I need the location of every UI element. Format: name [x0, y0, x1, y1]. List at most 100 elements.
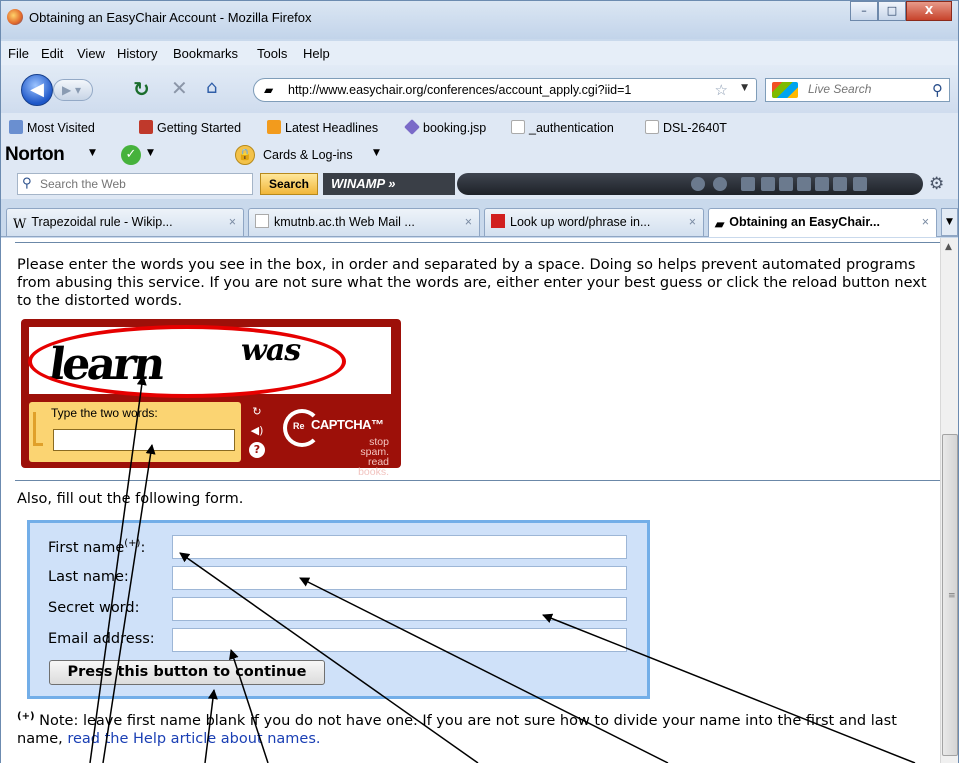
page-content: Please enter the words you see in the bo…: [1, 238, 940, 763]
player-playlist-icon[interactable]: [741, 177, 755, 191]
norton-logo[interactable]: Norton: [5, 144, 65, 166]
norton-status-chevron-icon[interactable]: ▼: [147, 148, 154, 158]
player-search-icon[interactable]: [713, 177, 727, 191]
search-box[interactable]: ⚲: [765, 78, 950, 102]
close-tab-icon[interactable]: ×: [689, 209, 696, 235]
bookmark-label: Getting Started: [157, 121, 242, 135]
minimize-button[interactable]: –: [850, 1, 878, 21]
media-player-bar: [457, 173, 923, 195]
menu-edit[interactable]: Edit: [41, 46, 63, 61]
captcha-input[interactable]: [53, 429, 235, 451]
web-search-toolbar: ⚲ Search WINAMP » ⚙: [1, 169, 958, 199]
page-icon: [511, 120, 525, 134]
first-name-label-colon: :: [140, 540, 146, 556]
scrollbar-grip-icon: ≡: [948, 591, 956, 601]
gear-icon[interactable]: ⚙: [929, 174, 944, 194]
info-icon[interactable]: [691, 177, 705, 191]
bookmark-latest-headlines[interactable]: Latest Headlines: [267, 120, 378, 135]
tab-list-button[interactable]: ▼: [941, 208, 958, 236]
vertical-scrollbar[interactable]: ▲ ≡: [940, 238, 958, 763]
tab-strip: W Trapezoidal rule - Wikip... × kmutnb.ac.…: [1, 199, 958, 237]
captcha-input-panel: Type the two words:: [29, 402, 241, 462]
continue-button[interactable]: Press this button to continue: [49, 660, 325, 685]
url-text[interactable]: http://www.easychair.org/conferences/acc…: [288, 83, 698, 97]
captcha-instructions: Please enter the words you see in the bo…: [17, 257, 927, 309]
footnote-marker: (+): [17, 711, 35, 722]
cards-chevron-icon[interactable]: ▼: [373, 148, 380, 158]
bookmark-most-visited[interactable]: Most Visited: [9, 120, 95, 135]
input-arrow-icon: [33, 412, 43, 446]
cards-lock-icon[interactable]: 🔒: [235, 145, 255, 165]
player-prev-icon[interactable]: [761, 177, 775, 191]
menu-help[interactable]: Help: [303, 46, 330, 61]
scrollbar-thumb[interactable]: ≡: [942, 434, 958, 756]
middle-divider: [15, 480, 940, 481]
search-input[interactable]: [808, 82, 920, 96]
menu-bookmarks[interactable]: Bookmarks: [173, 46, 238, 61]
menu-tools[interactable]: Tools: [257, 46, 287, 61]
url-bar[interactable]: ▰ http://www.easychair.org/conferences/a…: [253, 78, 757, 102]
bookmark-authentication[interactable]: _authentication: [511, 120, 614, 135]
tab-easychair[interactable]: ▰ Obtaining an EasyChair... ×: [708, 208, 937, 237]
title-bar: Obtaining an EasyChair Account - Mozilla…: [1, 1, 958, 39]
player-next-icon[interactable]: [815, 177, 829, 191]
last-name-field[interactable]: [172, 566, 627, 590]
player-volume-icon[interactable]: [853, 177, 867, 191]
cards-logins-button[interactable]: Cards & Log-ins: [263, 148, 353, 162]
norton-status-check-icon[interactable]: ✓: [121, 145, 141, 165]
search-engine-icon[interactable]: [772, 82, 798, 98]
bookmark-dsl[interactable]: DSL-2640T: [645, 120, 727, 135]
secret-word-field[interactable]: [172, 597, 627, 621]
menu-bar: File Edit View History Bookmarks Tools H…: [1, 41, 958, 65]
tab-trapezoidal[interactable]: W Trapezoidal rule - Wikip... ×: [6, 208, 244, 236]
browser-window: Obtaining an EasyChair Account - Mozilla…: [0, 0, 959, 763]
bookmark-label: DSL-2640T: [663, 121, 727, 135]
bookmark-label: _authentication: [529, 121, 614, 135]
menu-file[interactable]: File: [8, 46, 29, 61]
tab-label: Trapezoidal rule - Wikip...: [31, 215, 173, 229]
maximize-button[interactable]: □: [878, 1, 906, 21]
player-pause-icon[interactable]: [797, 177, 811, 191]
bookmark-booking[interactable]: booking.jsp: [404, 119, 486, 135]
forward-button[interactable]: ▶ ▾: [53, 79, 93, 101]
tab-lookup[interactable]: Look up word/phrase in... ×: [484, 208, 704, 236]
winamp-button[interactable]: WINAMP »: [323, 173, 455, 195]
audio-captcha-icon[interactable]: ◀): [249, 423, 265, 439]
tab-webmail[interactable]: kmutnb.ac.th Web Mail ... ×: [248, 208, 480, 236]
bookmark-star-icon[interactable]: ☆: [715, 81, 728, 99]
stop-icon[interactable]: ✕: [171, 76, 188, 100]
web-search-box[interactable]: ⚲: [17, 173, 253, 195]
first-name-field[interactable]: [172, 535, 627, 559]
close-tab-icon[interactable]: ×: [465, 209, 472, 235]
reload-captcha-icon[interactable]: ↻: [249, 404, 265, 420]
help-names-link[interactable]: read the Help article about names.: [67, 731, 320, 747]
norton-menu-chevron-icon[interactable]: ▼: [89, 148, 96, 158]
search-icon[interactable]: ⚲: [932, 81, 943, 99]
last-name-label: Last name:: [48, 569, 129, 585]
menu-view[interactable]: View: [77, 46, 105, 61]
bookmark-getting-started[interactable]: Getting Started: [139, 120, 241, 135]
home-icon[interactable]: ⌂: [206, 77, 217, 98]
back-button[interactable]: ◀: [21, 74, 53, 106]
account-form: First name(+): Last name: Secret word: E…: [27, 520, 650, 699]
close-button[interactable]: X: [906, 1, 952, 21]
web-search-input[interactable]: [40, 177, 240, 191]
tab-label: kmutnb.ac.th Web Mail ...: [274, 215, 415, 229]
recaptcha-name: CAPTCHA™: [311, 417, 384, 432]
booking-icon: [404, 119, 420, 135]
email-label: Email address:: [48, 631, 155, 647]
wikipedia-icon: W: [13, 217, 27, 232]
bookmark-label: Most Visited: [27, 121, 95, 135]
web-search-button[interactable]: Search: [260, 173, 318, 195]
tab-label: Obtaining an EasyChair...: [729, 215, 880, 229]
reload-icon[interactable]: ↻: [133, 77, 150, 101]
close-tab-icon[interactable]: ×: [229, 209, 236, 235]
email-field[interactable]: [172, 628, 627, 652]
player-play-icon[interactable]: [779, 177, 793, 191]
menu-history[interactable]: History: [117, 46, 157, 61]
help-icon[interactable]: ?: [249, 442, 265, 458]
url-dropdown-icon[interactable]: ▼: [741, 83, 748, 93]
scroll-up-icon[interactable]: ▲: [945, 242, 952, 252]
close-tab-icon[interactable]: ×: [922, 209, 929, 235]
player-eject-icon[interactable]: [833, 177, 847, 191]
